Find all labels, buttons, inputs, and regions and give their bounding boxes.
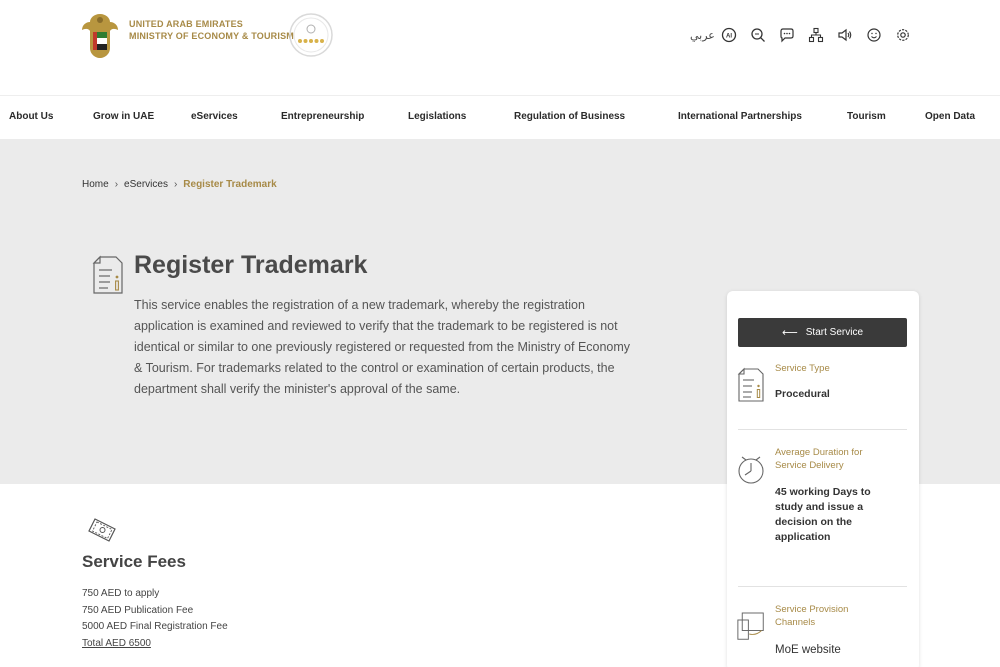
document-info-icon — [92, 255, 123, 294]
nav-item-grow-in-uae[interactable]: Grow in UAE — [93, 111, 154, 122]
service-type-label: Service Type — [775, 363, 830, 374]
service-fees-title: Service Fees — [82, 552, 186, 571]
channels-label: Service Provision Channels — [775, 604, 849, 628]
nav-item-open-data[interactable]: Open Data — [925, 111, 975, 122]
logo-line-2: MINISTRY OF ECONOMY & TOURISM — [129, 31, 294, 41]
start-service-label: Start Service — [805, 327, 864, 338]
sound-icon[interactable] — [836, 26, 854, 44]
utility-toolbar: عربي AI — [690, 26, 923, 44]
ministry-name: UNITED ARAB EMIRATES MINISTRY OF ECONOMY… — [129, 18, 294, 42]
logo-line-1: UNITED ARAB EMIRATES — [129, 19, 243, 29]
document-info-icon — [737, 367, 764, 402]
breadcrumb: Home › eServices › Register Trademark — [82, 179, 277, 190]
ticket-icon — [88, 518, 116, 542]
service-info-card: ⟵ Start Service Service Type Procedural … — [727, 291, 919, 667]
uae-emblem-logo[interactable] — [80, 10, 120, 60]
nav-item-entrepreneurship[interactable]: Entrepreneurship — [281, 111, 364, 122]
service-description: This service enables the registration of… — [134, 298, 631, 396]
chevron-right-icon: › — [173, 179, 178, 190]
service-fees-list: 750 AED to apply 750 AED Publication Fee… — [82, 586, 228, 652]
duration-value: 45 working Days to study and issue a dec… — [775, 486, 871, 543]
svg-text:AI: AI — [726, 34, 732, 40]
start-service-button[interactable]: ⟵ Start Service — [738, 318, 907, 347]
divider — [738, 586, 907, 587]
happiness-icon[interactable] — [865, 26, 883, 44]
award-badge-logo — [289, 13, 333, 57]
nav-item-legislations[interactable]: Legislations — [408, 111, 466, 122]
nav-item-eservices[interactable]: eServices — [191, 111, 238, 122]
arrow-left-icon: ⟵ — [781, 327, 798, 339]
clock-icon — [738, 456, 764, 484]
breadcrumb-current: Register Trademark — [183, 179, 277, 190]
search-icon[interactable] — [749, 26, 767, 44]
service-type-value: Procedural — [775, 388, 830, 400]
page-title: Register Trademark — [134, 251, 368, 279]
fee-line: 5000 AED Final Registration Fee — [82, 621, 228, 632]
nav-item-regulation-of-business[interactable]: Regulation of Business — [514, 111, 625, 122]
website-channel-icon — [737, 612, 764, 640]
site-header: UNITED ARAB EMIRATES MINISTRY OF ECONOMY… — [0, 0, 1000, 93]
language-toggle[interactable]: عربي — [690, 29, 715, 42]
chat-icon[interactable] — [778, 26, 796, 44]
fee-line: 750 AED Publication Fee — [82, 604, 194, 616]
fee-line: 750 AED to apply — [82, 588, 160, 599]
fee-total: Total AED 6500 — [82, 637, 151, 649]
nav-item-about-us[interactable]: About Us — [9, 111, 53, 122]
channels-value[interactable]: MoE website — [775, 643, 893, 658]
ai-assist-icon[interactable]: AI — [720, 26, 738, 44]
nav-item-tourism[interactable]: Tourism — [847, 111, 886, 122]
breadcrumb-home[interactable]: Home — [82, 179, 109, 190]
chevron-right-icon: › — [114, 179, 119, 190]
nav-item-international-partnerships[interactable]: International Partnerships — [678, 111, 802, 122]
duration-label: Average Duration for Service Delivery — [775, 447, 863, 471]
breadcrumb-eservices[interactable]: eServices — [124, 179, 168, 190]
sitemap-icon[interactable] — [807, 26, 825, 44]
main-navigation: About Us Grow in UAE eServices Entrepren… — [0, 95, 1000, 139]
settings-icon[interactable] — [894, 26, 912, 44]
divider — [738, 429, 907, 430]
